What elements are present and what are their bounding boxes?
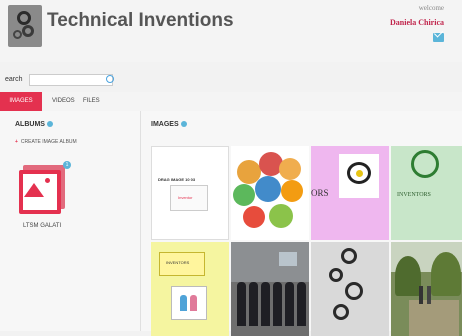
logo-gear-icon-3 — [13, 30, 22, 39]
sticky-note: INVENTORS — [159, 252, 205, 276]
thumb-caption: INVENTORS — [166, 260, 190, 265]
photo-person — [249, 282, 258, 326]
albums-heading: ALBUMS — [15, 121, 53, 128]
atom-logo — [339, 154, 379, 198]
thumb-caption: INVENTORS — [397, 192, 431, 198]
welcome-text: welcome — [418, 4, 444, 12]
albums-sidebar: ALBUMS + CREATE IMAGE ALBUM 1 LTSM GALATI — [0, 111, 141, 331]
image-thumb-6[interactable] — [231, 242, 309, 336]
thumb-inner-text: Inventor — [178, 195, 193, 200]
thumb-caption: DRAG IMAGE 10 03 — [158, 177, 196, 182]
site-logo[interactable] — [8, 5, 42, 47]
thumb-caption: ORS — [311, 188, 329, 198]
photo-person — [419, 286, 423, 304]
username-link[interactable]: Daniela Chirica — [390, 18, 444, 27]
photo-window — [279, 252, 297, 266]
photo-person — [427, 286, 431, 304]
face-ball — [281, 180, 303, 202]
gear-icon — [329, 268, 343, 282]
search-icon[interactable] — [106, 75, 114, 83]
tab-bar: IMAGES VIDEOS FILES — [0, 92, 462, 112]
face-ball — [243, 206, 265, 228]
info-icon[interactable] — [46, 121, 53, 127]
face-ball — [233, 184, 255, 206]
thumb-inner-picture: Inventor — [170, 185, 208, 211]
photo-tree — [395, 256, 421, 296]
info-icon[interactable] — [180, 121, 187, 127]
mail-icon[interactable] — [433, 33, 444, 42]
album-name[interactable]: LTSM GALATI — [23, 223, 61, 229]
tab-images[interactable]: IMAGES — [0, 92, 42, 111]
gear-icon — [333, 304, 349, 320]
photo-person — [273, 282, 282, 326]
logo-gear-icon — [17, 11, 31, 25]
person-icon — [180, 295, 187, 311]
photo-wall — [231, 242, 309, 282]
atom-core — [356, 170, 363, 177]
tab-videos[interactable]: VIDEOS — [52, 95, 75, 107]
image-thumb-3[interactable]: ORS — [311, 146, 389, 240]
photo-person — [261, 282, 270, 326]
images-heading: IMAGES — [151, 121, 187, 128]
photo-person — [285, 282, 294, 326]
photo-person — [297, 282, 306, 326]
image-thumb-2[interactable] — [231, 146, 309, 240]
face-ball — [269, 204, 293, 228]
poster-picture — [171, 286, 207, 320]
image-thumb-8[interactable] — [391, 242, 462, 336]
face-ball — [279, 158, 301, 180]
tab-files[interactable]: FILES — [83, 95, 100, 107]
app-header: Technical Inventions welcome Daniela Chi… — [0, 0, 462, 62]
create-album-link[interactable]: + CREATE IMAGE ALBUM — [15, 139, 77, 145]
search-label: earch — [5, 76, 23, 83]
albums-heading-label: ALBUMS — [15, 121, 45, 128]
album-card[interactable]: 1 — [17, 161, 71, 221]
sun-icon — [45, 178, 50, 183]
inventors-logo-icon — [411, 150, 439, 178]
create-album-label: CREATE IMAGE ALBUM — [20, 139, 77, 145]
images-heading-label: IMAGES — [151, 121, 179, 128]
photo-tree — [431, 252, 461, 296]
images-panel: IMAGES DRAG IMAGE 10 03 Inventor ORS INV… — [141, 111, 462, 336]
gear-icon — [341, 248, 357, 264]
mountain-icon — [24, 183, 44, 197]
image-thumb-5[interactable]: INVENTORS — [151, 242, 229, 336]
person-icon — [190, 295, 197, 311]
search-input[interactable] — [29, 74, 113, 86]
face-ball — [255, 176, 281, 202]
image-thumb-4[interactable]: INVENTORS — [391, 146, 462, 240]
image-thumb-1[interactable]: DRAG IMAGE 10 03 Inventor — [151, 146, 229, 240]
logo-gear-icon-2 — [22, 25, 34, 37]
album-count-badge: 1 — [63, 161, 71, 169]
gear-icon — [345, 282, 363, 300]
photo-person — [237, 282, 246, 326]
site-title: Technical Inventions — [47, 10, 234, 31]
image-thumb-7[interactable] — [311, 242, 389, 336]
plus-icon: + — [15, 139, 18, 145]
